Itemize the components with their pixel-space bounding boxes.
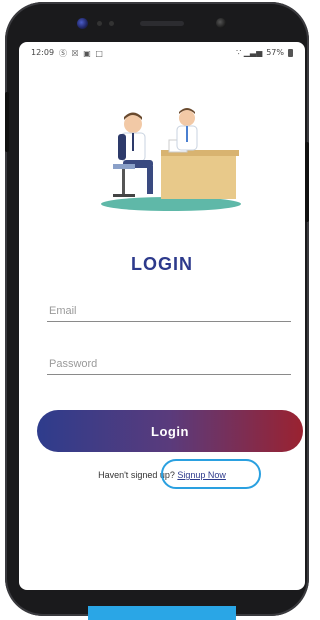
status-bar: 12:09 Ⓢ ☒ ▣ □ ∵ ▁▃▅ 57% (19, 48, 305, 62)
status-time: 12:09 (31, 48, 55, 57)
chair-base (113, 194, 135, 197)
login-title: LOGIN (131, 254, 193, 274)
front-camera-icon (77, 18, 88, 29)
chair-post (122, 169, 125, 194)
earpiece-speaker (140, 21, 184, 26)
status-right: ∵ ▁▃▅ 57% (236, 48, 293, 57)
chair-seat (113, 164, 135, 169)
battery-percent: 57% (266, 48, 284, 57)
interview-illustration (101, 108, 241, 211)
desk (161, 154, 236, 199)
iris-scanner-icon (216, 18, 226, 28)
email-field-wrapper (47, 299, 295, 322)
power-button (305, 142, 309, 222)
password-field[interactable] (47, 353, 295, 375)
floor-shadow (101, 197, 241, 211)
phone-frame: 12:09 Ⓢ ☒ ▣ □ ∵ ▁▃▅ 57% LOGIN Email Logi… (5, 2, 309, 616)
battery-icon (288, 48, 293, 57)
signal-icon: ∵ ▁▃▅ (236, 48, 263, 57)
password-field-wrapper (47, 352, 295, 375)
login-button[interactable]: Login (37, 410, 303, 452)
man-right-tie (186, 126, 188, 142)
email-field[interactable] (47, 300, 295, 322)
man-left-jacket (118, 134, 126, 160)
app-screen: 12:09 Ⓢ ☒ ▣ □ ∵ ▁▃▅ 57% LOGIN Email Logi… (19, 42, 305, 590)
notification-icons: Ⓢ ☒ ▣ □ (59, 49, 104, 58)
man-left-tie (132, 133, 134, 151)
signup-highlight-ring (161, 459, 261, 489)
sensor-icon (109, 21, 114, 26)
sensor-icon (97, 21, 102, 26)
volume-button (5, 92, 9, 152)
caption-bar (88, 606, 236, 620)
man-left-shin (147, 166, 153, 194)
man-left-head (124, 115, 142, 133)
man-right-head (179, 110, 195, 126)
